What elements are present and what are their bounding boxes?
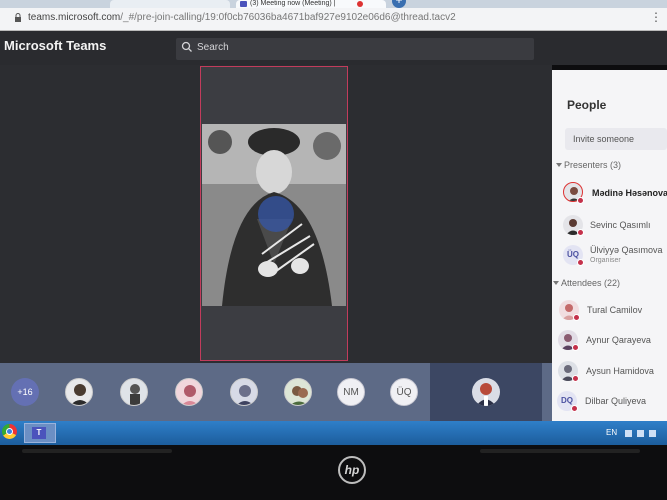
search-placeholder: Search — [197, 42, 229, 53]
people-title: People — [567, 98, 607, 112]
browser-tab[interactable] — [110, 0, 230, 8]
attendee-name: Dilbar Quliyeva — [585, 396, 647, 406]
browser-tab-label: (3) Meeting now (Meeting) | — [250, 0, 336, 7]
presenter-name: Mədinə Həsənova — [592, 188, 667, 198]
person-photo-icon — [476, 383, 496, 406]
hinge-right — [480, 449, 640, 453]
attendee-name: Aysun Hamidova — [586, 366, 654, 376]
presenter-name: Ülviyyə Qasımova — [590, 245, 663, 255]
attendee-name: Tural Camilov — [587, 305, 643, 315]
more-participants-badge[interactable]: +16 — [11, 378, 39, 406]
shared-photo — [202, 124, 346, 306]
presence-busy-icon — [577, 259, 584, 266]
chrome-icon[interactable] — [2, 424, 17, 439]
language-indicator[interactable]: EN — [606, 428, 617, 437]
lock-icon — [15, 13, 21, 22]
teams-tab-icon — [240, 1, 247, 7]
windows-taskbar — [0, 421, 667, 445]
participant-initials-avatar[interactable]: ÜQ — [390, 378, 418, 406]
attendees-section-label[interactable]: Attendees (22) — [561, 278, 620, 288]
chevron-down-icon[interactable] — [553, 281, 559, 285]
hinge-left — [22, 449, 172, 453]
presence-busy-icon — [577, 229, 584, 236]
search-icon — [181, 41, 192, 52]
participant-avatar[interactable] — [284, 378, 312, 406]
url-text[interactable]: teams.microsoft.com/_#/pre-join-calling/… — [28, 12, 456, 23]
presenter-name: Sevinc Qasımlı — [590, 220, 651, 230]
participant-initials-avatar[interactable]: NM — [337, 378, 365, 406]
url-host: teams.microsoft.com — [28, 12, 121, 23]
chevron-down-icon[interactable] — [556, 163, 562, 167]
teams-icon: T — [32, 427, 46, 439]
presence-busy-icon — [573, 314, 580, 321]
invite-placeholder: Invite someone — [573, 134, 635, 144]
active-speaker-avatar[interactable] — [472, 378, 500, 406]
browser-menu-icon[interactable]: ⋮ — [650, 10, 662, 24]
browser-tab-active[interactable]: (3) Meeting now (Meeting) | — [236, 0, 386, 8]
tray-volume-icon[interactable] — [649, 430, 656, 437]
participant-avatar[interactable] — [175, 378, 203, 406]
participant-avatar[interactable] — [230, 378, 258, 406]
participant-avatar[interactable] — [120, 378, 148, 406]
url-path: /_#/pre-join-calling/19:0f0cb76036ba4671… — [120, 12, 456, 23]
laptop-bezel — [0, 445, 667, 500]
presence-busy-icon — [571, 405, 578, 412]
presenters-section-label[interactable]: Presenters (3) — [564, 160, 621, 170]
presenter-role: Organiser — [590, 257, 621, 264]
presence-busy-icon — [572, 375, 579, 382]
app-title: Microsoft Teams — [4, 38, 107, 53]
hp-logo: hp — [338, 456, 366, 484]
recording-icon — [357, 1, 363, 7]
attendee-name: Aynur Qarayeva — [586, 335, 651, 345]
presence-busy-icon — [572, 344, 579, 351]
presence-busy-icon — [577, 197, 584, 204]
search-input[interactable] — [176, 38, 534, 60]
tray-network-icon[interactable] — [637, 430, 644, 437]
tray-flag-icon[interactable] — [625, 430, 632, 437]
participant-avatar[interactable] — [65, 378, 93, 406]
